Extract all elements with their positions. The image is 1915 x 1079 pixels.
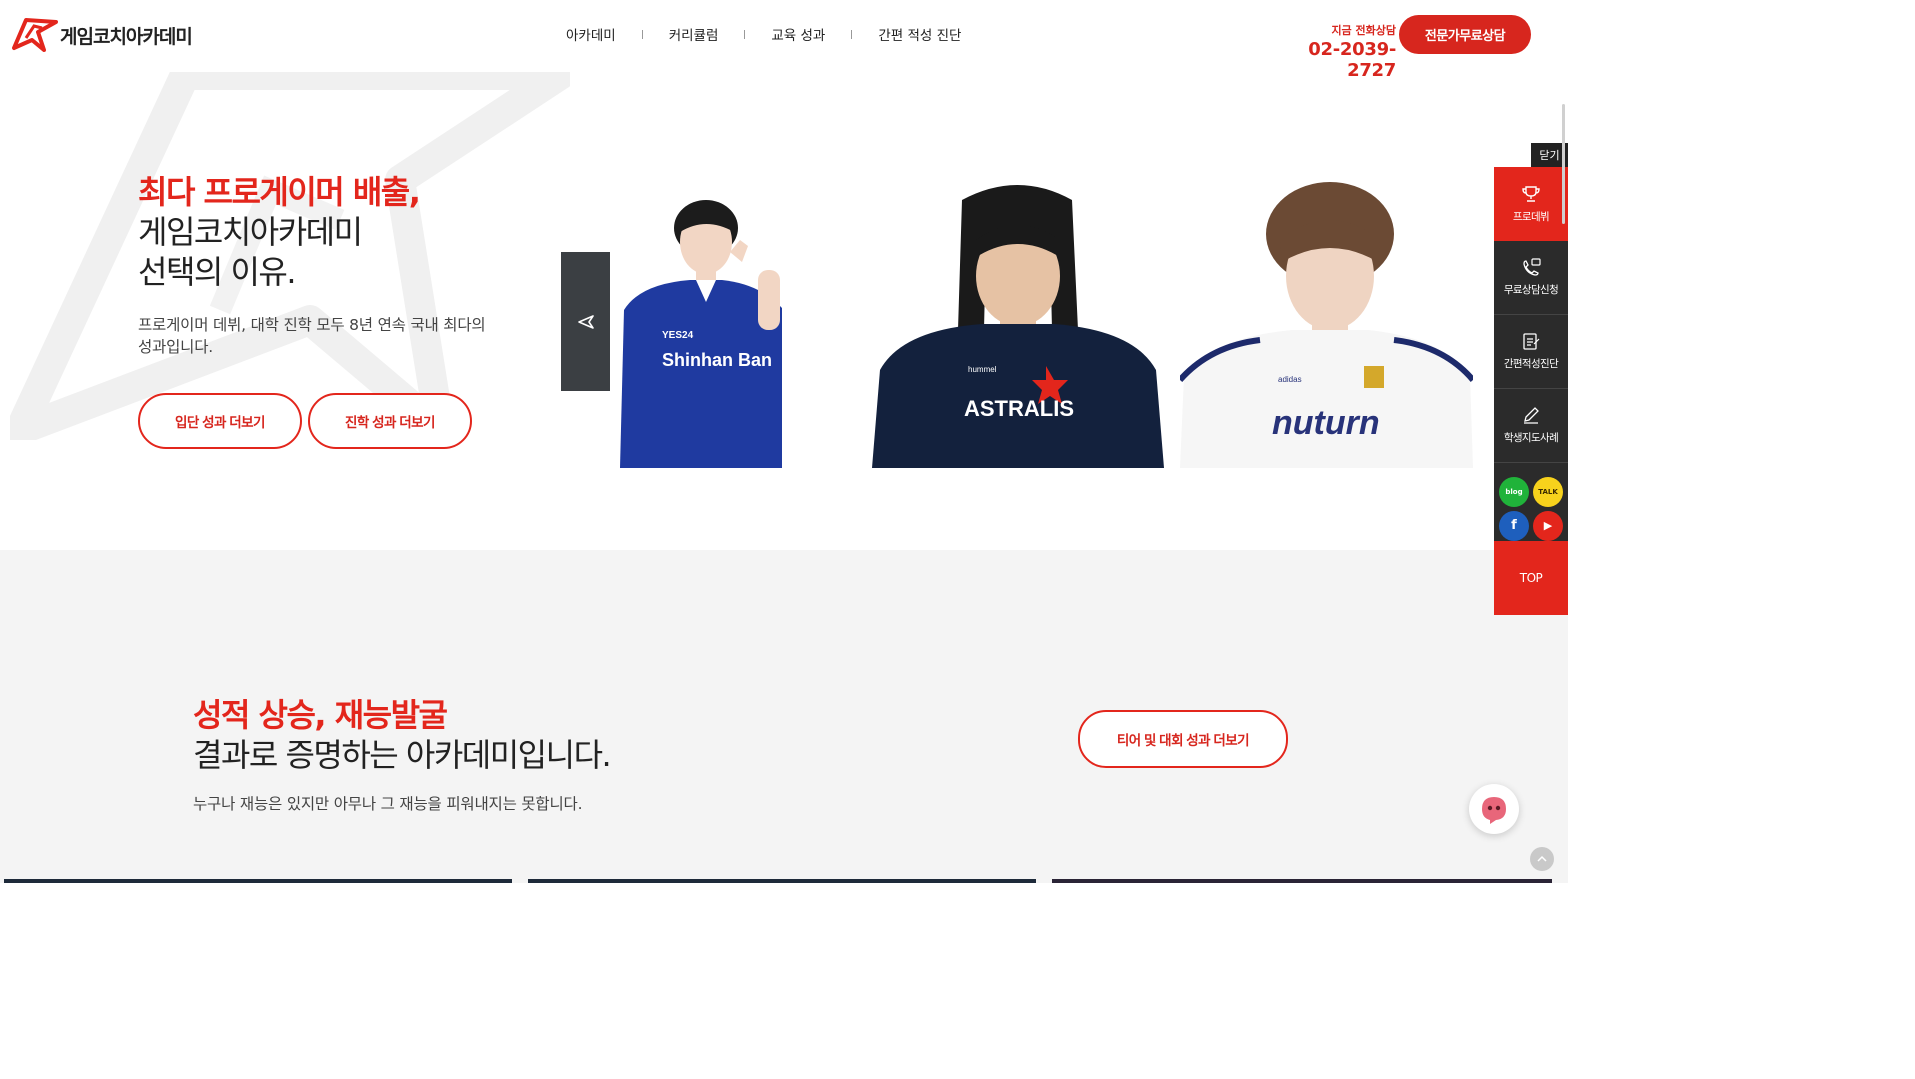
nav-item-curriculum[interactable]: 커리큘럼 bbox=[643, 24, 745, 44]
chatbot-button[interactable] bbox=[1469, 784, 1519, 834]
trophy-icon bbox=[1522, 185, 1540, 202]
player-photo[interactable]: nuturn adidas bbox=[1180, 180, 1473, 468]
result-thumbnail[interactable] bbox=[1052, 879, 1552, 883]
chat-mascot-icon bbox=[1482, 797, 1506, 824]
jersey-text: ASTRALIS bbox=[964, 396, 1074, 421]
hero-title-highlight: 최다 프로게이머 배출, bbox=[138, 173, 421, 211]
quick-menu-label: 간편적성진단 bbox=[1503, 358, 1559, 370]
jersey-sponsor: YES24 bbox=[662, 330, 694, 341]
slider-prev-button[interactable] bbox=[561, 252, 610, 391]
social-links: blog TALK f ▶ bbox=[1494, 463, 1568, 541]
checklist-icon bbox=[1523, 333, 1540, 350]
quick-menu-student-cases[interactable]: 학생지도사례 bbox=[1494, 389, 1568, 463]
hero-copy: 최다 프로게이머 배출, 게임코치아카데미 선택의 이유. 프로게이머 데뷔, … bbox=[138, 172, 498, 358]
player-photo[interactable]: ASTRALIS hummel bbox=[872, 180, 1164, 468]
arrow-left-icon bbox=[577, 314, 594, 329]
quick-menu-aptitude[interactable]: 간편적성진단 bbox=[1494, 315, 1568, 389]
result-thumbnail[interactable] bbox=[4, 879, 512, 883]
result-thumbnails bbox=[0, 879, 1568, 883]
quick-menu: 프로데뷔 무료상담신청 간편적성진단 학생지도사례 blog TALK f ▶ … bbox=[1494, 167, 1568, 615]
logo-text: 게임코치아카데미 bbox=[60, 25, 193, 48]
debut-results-button[interactable]: 입단 성과 더보기 bbox=[138, 393, 302, 449]
chevron-up-icon bbox=[1537, 855, 1547, 862]
quick-menu-label: 무료상담신청 bbox=[1503, 284, 1559, 296]
quick-menu-pro-debut[interactable]: 프로데뷔 bbox=[1494, 167, 1568, 241]
admission-results-button[interactable]: 진학 성과 더보기 bbox=[308, 393, 472, 449]
player-illustration: nuturn adidas bbox=[1180, 180, 1473, 468]
player-photo[interactable]: Shinhan Ban YES24 bbox=[610, 180, 790, 468]
main-nav: 아카데미 커리큘럼 교육 성과 간편 적성 진단 bbox=[540, 24, 987, 44]
logo-mark-icon bbox=[12, 18, 58, 52]
free-consult-button[interactable]: 전문가무료상담 bbox=[1399, 15, 1531, 54]
nav-item-aptitude[interactable]: 간편 적성 진단 bbox=[852, 24, 987, 44]
phone-contact[interactable]: 지금 전화상담 02-2039-2727 bbox=[1270, 22, 1396, 81]
phone-chat-icon bbox=[1523, 258, 1541, 276]
logo[interactable]: 게임코치아카데미 bbox=[12, 18, 193, 52]
quick-menu-free-consult[interactable]: 무료상담신청 bbox=[1494, 241, 1568, 315]
jersey-text: Shinhan Ban bbox=[662, 350, 772, 370]
phone-label: 지금 전화상담 bbox=[1331, 24, 1396, 37]
jersey-text: nuturn bbox=[1272, 404, 1380, 442]
section-title: 결과로 증명하는 아카데미입니다. bbox=[193, 736, 612, 774]
youtube-icon[interactable]: ▶ bbox=[1533, 510, 1563, 541]
nav-item-academy[interactable]: 아카데미 bbox=[540, 24, 642, 44]
quick-menu-label: 학생지도사례 bbox=[1503, 432, 1559, 444]
section-description: 누구나 재능은 있지만 아무나 그 재능을 피워내지는 못합니다. bbox=[193, 795, 583, 813]
tier-results-button[interactable]: 티어 및 대회 성과 더보기 bbox=[1078, 710, 1288, 768]
player-illustration: ASTRALIS hummel bbox=[872, 180, 1164, 468]
scroll-up-button[interactable] bbox=[1530, 847, 1554, 871]
jersey-sponsor: hummel bbox=[968, 365, 997, 374]
phone-number[interactable]: 02-2039-2727 bbox=[1270, 39, 1396, 81]
player-illustration: Shinhan Ban YES24 bbox=[610, 180, 790, 468]
hero-title-line: 선택의 이유. bbox=[138, 253, 297, 291]
hero-button-group: 입단 성과 더보기 진학 성과 더보기 bbox=[138, 393, 472, 449]
site-header: 게임코치아카데미 아카데미 커리큘럼 교육 성과 간편 적성 진단 지금 전화상… bbox=[0, 0, 1568, 81]
page-scrollbar[interactable] bbox=[1562, 104, 1565, 224]
scroll-top-button[interactable]: TOP bbox=[1494, 541, 1568, 615]
nav-item-results[interactable]: 교육 성과 bbox=[745, 24, 851, 44]
facebook-icon[interactable]: f bbox=[1499, 510, 1529, 541]
results-section: 성적 상승, 재능발굴 결과로 증명하는 아카데미입니다. 누구나 재능은 있지… bbox=[0, 550, 1568, 883]
hero-title-line: 게임코치아카데미 bbox=[138, 213, 363, 251]
kakaotalk-icon[interactable]: TALK bbox=[1533, 477, 1563, 507]
result-thumbnail[interactable] bbox=[528, 879, 1036, 883]
quick-menu-label: 프로데뷔 bbox=[1512, 210, 1550, 223]
pencil-icon bbox=[1524, 407, 1539, 424]
blog-icon[interactable]: blog bbox=[1499, 477, 1529, 507]
jersey-sponsor: adidas bbox=[1278, 375, 1302, 384]
hero-description: 프로게이머 데뷔, 대학 진학 모두 8년 연속 국내 최다의 성과입니다. bbox=[138, 316, 486, 356]
